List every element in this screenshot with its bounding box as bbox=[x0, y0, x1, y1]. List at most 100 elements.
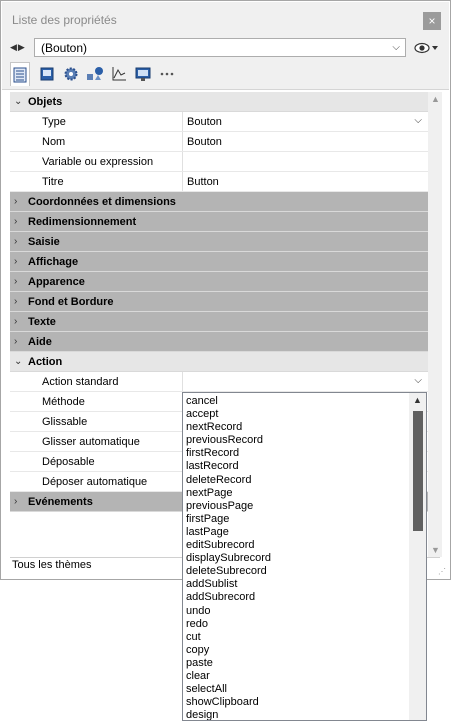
dropdown-option[interactable]: displaySubrecord bbox=[186, 552, 271, 565]
dropdown-option[interactable]: clear bbox=[186, 670, 271, 683]
dropdown-option[interactable]: deleteRecord bbox=[186, 474, 271, 487]
list-icon[interactable] bbox=[10, 62, 30, 86]
object-select-value: (Bouton) bbox=[41, 41, 88, 55]
section-fond[interactable]: › Fond et Bordure bbox=[10, 292, 428, 312]
dropdown-option[interactable]: previousRecord bbox=[186, 434, 271, 447]
section-resize[interactable]: › Redimensionnement bbox=[10, 212, 428, 232]
resize-grip-icon[interactable]: ⋰ bbox=[438, 567, 446, 576]
scroll-up-icon[interactable]: ▲ bbox=[431, 94, 440, 104]
prop-name: Déposable bbox=[42, 456, 95, 468]
prop-value-text: Button bbox=[187, 176, 219, 188]
dropdown-option[interactable]: paste bbox=[186, 657, 271, 670]
section-label: Saisie bbox=[28, 236, 60, 248]
chevron-right-icon: › bbox=[14, 296, 18, 307]
section-affichage[interactable]: › Affichage bbox=[10, 252, 428, 272]
dropdown-option[interactable]: firstRecord bbox=[186, 447, 271, 460]
section-label: Redimensionnement bbox=[28, 216, 137, 228]
dropdown-option[interactable]: addSublist bbox=[186, 578, 271, 591]
section-coords[interactable]: › Coordonnées et dimensions bbox=[10, 192, 428, 212]
chart-icon[interactable] bbox=[109, 64, 129, 84]
section-saisie[interactable]: › Saisie bbox=[10, 232, 428, 252]
dropdown-option[interactable]: redo bbox=[186, 618, 271, 631]
theme-label: Tous les thèmes bbox=[12, 559, 92, 571]
prop-name: Déposer automatique bbox=[42, 476, 148, 488]
tab-toolbar bbox=[2, 60, 449, 90]
section-apparence[interactable]: › Apparence bbox=[10, 272, 428, 292]
section-label: Evénements bbox=[28, 496, 93, 508]
title-bar[interactable]: Liste des propriétés × bbox=[2, 2, 449, 36]
prop-value-action-standard[interactable]: ⌵ bbox=[182, 372, 428, 391]
dropdown-option[interactable]: addSubrecord bbox=[186, 591, 271, 604]
section-action[interactable]: ⌄ Action bbox=[10, 352, 428, 372]
prop-value-text: Bouton bbox=[187, 136, 222, 148]
chevron-right-icon: › bbox=[14, 216, 18, 227]
close-button[interactable]: × bbox=[423, 12, 441, 30]
dropdown-option[interactable]: selectAll bbox=[186, 683, 271, 696]
dropdown-option[interactable]: cancel bbox=[186, 395, 271, 408]
section-label: Objets bbox=[28, 96, 63, 108]
dropdown-option[interactable]: nextPage bbox=[186, 487, 271, 500]
section-label: Coordonnées et dimensions bbox=[28, 196, 176, 208]
scroll-up-icon[interactable]: ▲ bbox=[413, 395, 422, 405]
prop-value-variable[interactable] bbox=[182, 152, 428, 171]
prop-row-titre[interactable]: Titre Button bbox=[10, 172, 428, 192]
shapes-icon[interactable] bbox=[85, 64, 105, 84]
dropdown-option[interactable]: nextRecord bbox=[186, 421, 271, 434]
dropdown-option[interactable]: accept bbox=[186, 408, 271, 421]
dropdown-option[interactable]: editSubrecord bbox=[186, 539, 271, 552]
scroll-down-icon[interactable]: ▼ bbox=[431, 545, 440, 555]
chevron-right-icon: › bbox=[14, 256, 18, 267]
prop-name: Glissable bbox=[42, 416, 88, 428]
chevron-right-icon: › bbox=[14, 196, 18, 207]
scroll-thumb[interactable] bbox=[413, 411, 423, 531]
section-texte[interactable]: › Texte bbox=[10, 312, 428, 332]
dropdown-scrollbar[interactable]: ▲ bbox=[409, 393, 426, 720]
prop-value-nom[interactable]: Bouton bbox=[182, 132, 428, 151]
chevron-right-icon: › bbox=[14, 316, 18, 327]
grid-scrollbar[interactable]: ▲ ▼ bbox=[428, 92, 442, 557]
prop-name: Type bbox=[42, 116, 66, 128]
dropdown-option[interactable]: lastPage bbox=[186, 526, 271, 539]
chevron-down-icon: ⌵ bbox=[392, 42, 400, 53]
prop-value-titre[interactable]: Button bbox=[182, 172, 428, 191]
dropdown-option[interactable]: showClipboard bbox=[186, 696, 271, 709]
section-label: Apparence bbox=[28, 276, 85, 288]
dropdown-option[interactable]: previousPage bbox=[186, 500, 271, 513]
prop-row-action-standard[interactable]: Action standard ⌵ bbox=[10, 372, 428, 392]
section-label: Fond et Bordure bbox=[28, 296, 114, 308]
object-select[interactable]: (Bouton) ⌵ bbox=[34, 38, 406, 57]
more-icon[interactable] bbox=[157, 64, 177, 84]
section-aide[interactable]: › Aide bbox=[10, 332, 428, 352]
chevron-down-icon[interactable]: ⌵ bbox=[414, 375, 422, 386]
option-list: cancel accept nextRecord previousRecord firs… bbox=[186, 395, 271, 720]
book-icon[interactable] bbox=[37, 64, 57, 84]
prop-value-text: Bouton bbox=[187, 116, 222, 128]
dropdown-option[interactable]: undo bbox=[186, 605, 271, 618]
chevron-right-icon: › bbox=[14, 496, 18, 507]
gear-icon[interactable] bbox=[61, 64, 81, 84]
section-label: Affichage bbox=[28, 256, 79, 268]
section-label: Aide bbox=[28, 336, 52, 348]
dropdown-option[interactable]: design bbox=[186, 709, 271, 720]
section-objets[interactable]: ⌄ Objets bbox=[10, 92, 428, 112]
prop-row-nom[interactable]: Nom Bouton bbox=[10, 132, 428, 152]
section-label: Texte bbox=[28, 316, 56, 328]
chevron-right-icon: › bbox=[14, 336, 18, 347]
prop-value-type[interactable]: Bouton ⌵ bbox=[182, 112, 428, 131]
eye-icon[interactable] bbox=[414, 41, 440, 55]
dropdown-option[interactable]: lastRecord bbox=[186, 460, 271, 473]
monitor-icon[interactable] bbox=[133, 64, 153, 84]
object-selector-row: ◀▶ (Bouton) ⌵ bbox=[2, 36, 449, 60]
dropdown-option[interactable]: firstPage bbox=[186, 513, 271, 526]
dropdown-option[interactable]: deleteSubrecord bbox=[186, 565, 271, 578]
prop-row-variable[interactable]: Variable ou expression bbox=[10, 152, 428, 172]
action-dropdown-list[interactable]: cancel accept nextRecord previousRecord firs… bbox=[182, 392, 427, 721]
window-title: Liste des propriétés bbox=[12, 13, 117, 27]
section-label: Action bbox=[28, 356, 63, 368]
dropdown-option[interactable]: copy bbox=[186, 644, 271, 657]
prop-name: Glisser automatique bbox=[42, 436, 140, 448]
dropdown-option[interactable]: cut bbox=[186, 631, 271, 644]
nav-arrows-icon[interactable]: ◀▶ bbox=[10, 42, 26, 53]
chevron-down-icon[interactable]: ⌵ bbox=[414, 115, 422, 126]
prop-row-type[interactable]: Type Bouton ⌵ bbox=[10, 112, 428, 132]
